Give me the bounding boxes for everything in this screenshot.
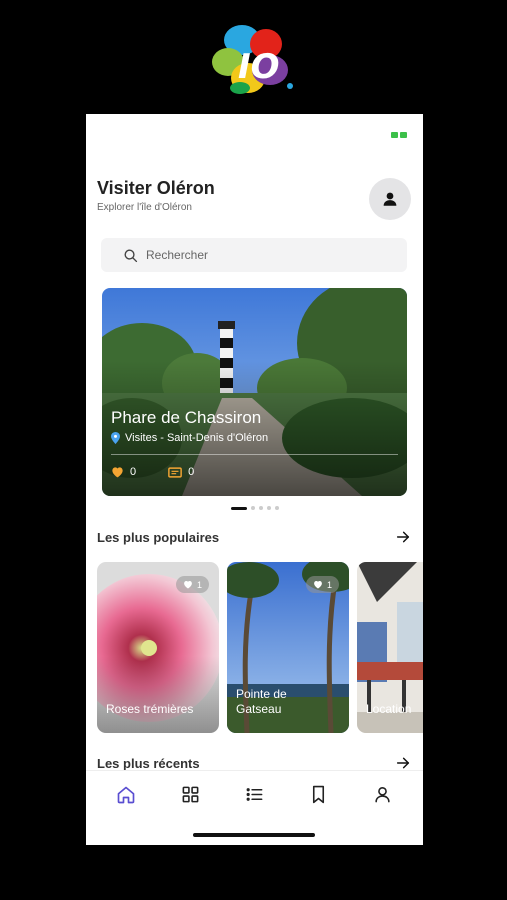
featured-title: Phare de Chassiron	[111, 408, 262, 427]
card-like-count: 1	[196, 579, 202, 590]
home-indicator[interactable]	[193, 833, 315, 837]
card-title: Roses trémières	[106, 702, 194, 717]
heart-icon	[314, 581, 322, 589]
heart-icon[interactable]	[111, 466, 124, 478]
carousel-dot[interactable]	[259, 506, 263, 510]
grid-icon	[182, 786, 199, 803]
popular-card[interactable]: Location	[357, 562, 423, 733]
page-title: Visiter Oléron	[97, 178, 215, 198]
featured-reviews: 0	[188, 466, 195, 478]
carousel-dot[interactable]	[231, 506, 247, 510]
nav-profile[interactable]	[368, 780, 398, 810]
card-title: Pointe de Gatseau	[236, 686, 287, 717]
popular-carousel[interactable]: 1 Roses trémières 1 Pointe de Gatseau Lo…	[97, 562, 423, 733]
heart-icon	[184, 581, 192, 589]
nav-bookmarks[interactable]	[304, 780, 334, 810]
page-subtitle: Explorer l'île d'Oléron	[97, 202, 192, 213]
header: Visiter Oléron Explorer l'île d'Oléron	[97, 178, 215, 213]
card-like-count: 1	[326, 579, 332, 590]
featured-divider	[111, 454, 398, 455]
carousel-dot[interactable]	[267, 506, 271, 510]
popular-card[interactable]: 1 Roses trémières	[97, 562, 219, 733]
nav-categories[interactable]	[175, 780, 205, 810]
featured-photo	[102, 288, 407, 496]
nav-list[interactable]	[239, 780, 269, 810]
search-placeholder: Rechercher	[146, 248, 209, 262]
carousel-dot[interactable]	[275, 506, 279, 510]
list-icon	[246, 788, 263, 801]
profile-icon	[375, 786, 390, 803]
home-icon	[117, 786, 135, 803]
carousel-dot[interactable]	[251, 506, 255, 510]
featured-subtitle: Visites - Saint-Denis d'Oléron	[125, 432, 269, 444]
carousel-pagination[interactable]	[231, 506, 279, 510]
phone-screen: Visiter Oléron Explorer l'île d'Oléron R…	[86, 114, 423, 845]
location-pin-icon	[111, 432, 120, 444]
popular-section-header: Les plus populaires	[97, 529, 411, 545]
search-icon	[124, 249, 138, 262]
card-like-badge[interactable]: 1	[175, 576, 209, 593]
featured-location: Visites - Saint-Denis d'Oléron	[111, 432, 268, 444]
arrow-right-icon[interactable]	[395, 529, 411, 545]
featured-likes: 0	[130, 466, 137, 478]
profile-avatar-button[interactable]	[369, 178, 411, 220]
card-title: Location	[366, 702, 412, 717]
recent-section-header: Les plus récents	[97, 755, 411, 771]
recent-section-title: Les plus récents	[97, 755, 200, 771]
arrow-right-icon[interactable]	[395, 755, 411, 771]
bookmark-icon	[313, 785, 325, 804]
popular-section-title: Les plus populaires	[97, 529, 220, 545]
svg-text:IO: IO	[238, 47, 280, 87]
bottom-nav	[86, 770, 423, 818]
popular-card[interactable]: 1 Pointe de Gatseau	[227, 562, 349, 733]
user-icon	[383, 192, 397, 206]
card-like-badge[interactable]: 1	[305, 576, 339, 593]
status-indicator	[391, 132, 407, 138]
featured-stats: 0 0	[111, 466, 194, 478]
review-icon[interactable]	[168, 466, 182, 478]
featured-card[interactable]: Phare de Chassiron Visites - Saint-Denis…	[102, 288, 407, 496]
search-input[interactable]: Rechercher	[101, 238, 407, 272]
nav-home[interactable]	[111, 780, 141, 810]
app-logo: IO	[208, 18, 300, 98]
